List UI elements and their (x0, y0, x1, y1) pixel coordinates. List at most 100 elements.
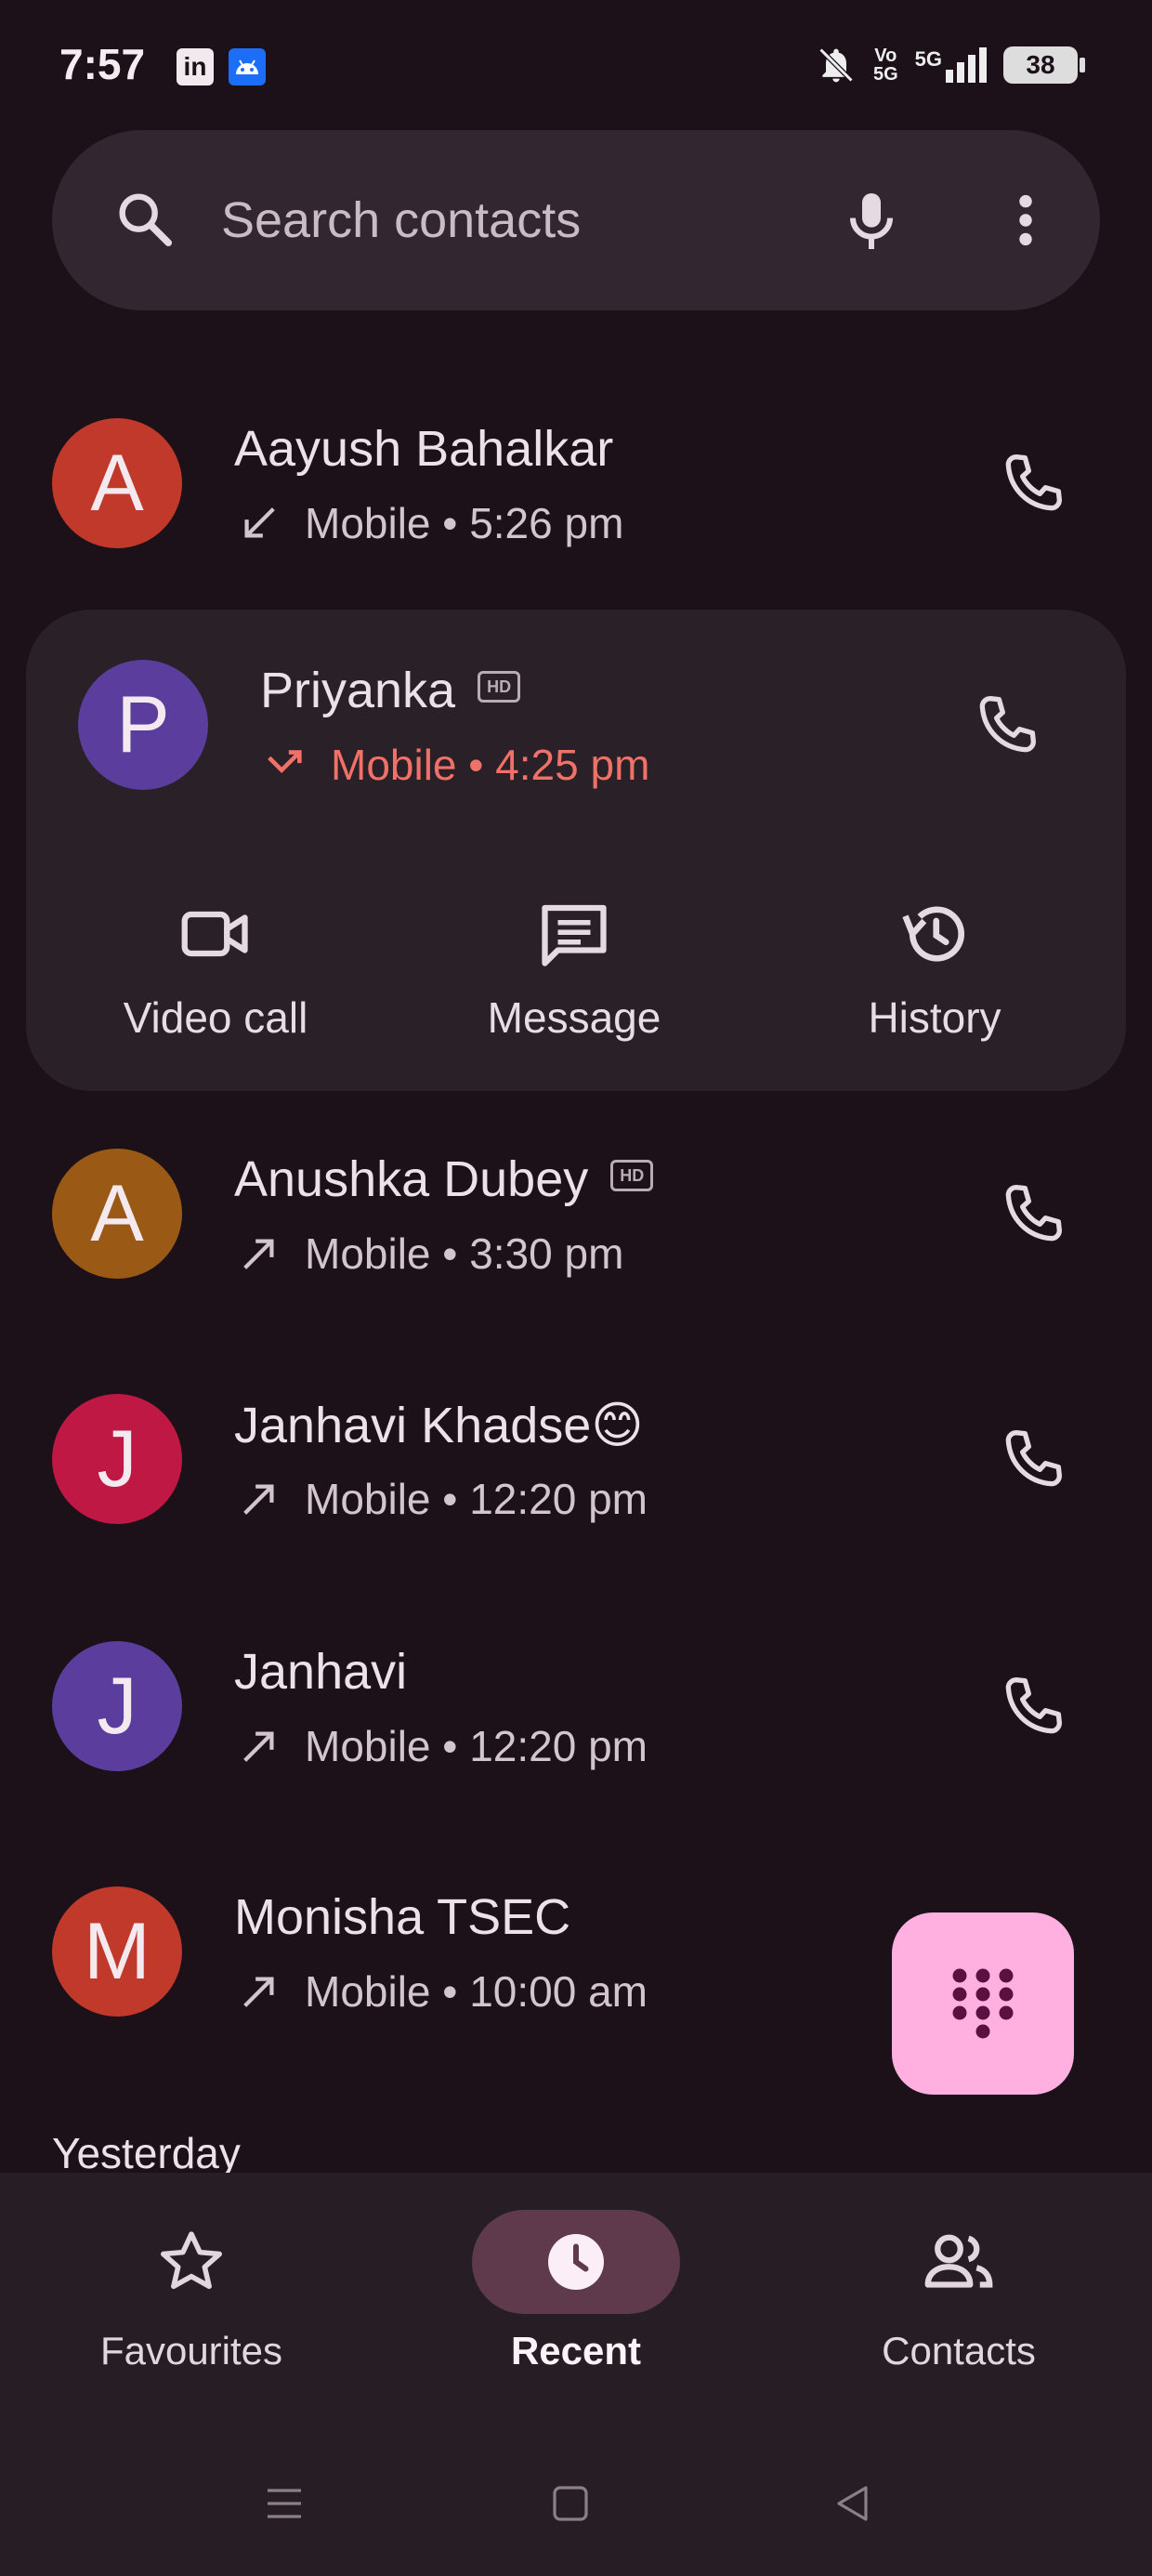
contact-name-text: Janhavi (234, 1644, 408, 1700)
mic-icon[interactable] (834, 184, 909, 258)
outgoing-call-icon (243, 1731, 274, 1762)
contact-name-text: Janhavi Khadse😊 (234, 1398, 644, 1453)
call-type: Mobile (305, 1229, 431, 1278)
history-icon (902, 906, 964, 962)
dialpad-icon (952, 1968, 1014, 2039)
call-time: 5:26 pm (469, 499, 624, 547)
separator-dot: • (442, 1967, 458, 2016)
more-options-icon[interactable] (998, 188, 1054, 253)
contact-name: Monisha TSEC (234, 1888, 570, 1946)
call-detail-text: Mobile • 4:25 pm (331, 740, 649, 790)
outgoing-call-icon (243, 1977, 274, 2007)
search-bar[interactable]: Search contacts (52, 130, 1100, 310)
call-log-row[interactable]: J Janhavi Khadse😊 Mobile • 12:20 pm (0, 1394, 1152, 1524)
call-button[interactable] (996, 1669, 1070, 1748)
nav-recent[interactable]: Recent (437, 2210, 715, 2373)
call-type: Mobile (331, 741, 457, 789)
call-log-row[interactable]: J Janhavi Mobile • 12:20 pm (0, 1641, 1152, 1771)
avatar[interactable]: A (52, 418, 182, 548)
avatar[interactable]: J (52, 1641, 182, 1771)
5g-signal-icon: 5G (915, 47, 987, 83)
avatar[interactable]: J (52, 1394, 182, 1524)
call-detail-text: Mobile • 12:20 pm (305, 1721, 648, 1771)
status-time: 7:57 (59, 40, 146, 88)
call-time: 4:25 pm (495, 741, 650, 789)
contact-name: Janhavi (234, 1643, 407, 1701)
call-button[interactable] (996, 1422, 1070, 1501)
linkedin-icon: in (177, 48, 214, 85)
phone-icon (979, 696, 1036, 753)
network-type-label: 5G (914, 47, 942, 71)
call-detail-text: Mobile • 3:30 pm (305, 1229, 623, 1279)
message-label: Message (487, 993, 661, 1042)
call-log-row[interactable]: A Aayush Bahalkar Mobile • 5:26 pm (0, 418, 1152, 548)
call-detail: Mobile • 3:30 pm (238, 1229, 623, 1279)
avatar[interactable]: M (52, 1886, 182, 2017)
nav-recent-label: Recent (510, 2329, 642, 2372)
hd-badge: HD (478, 670, 521, 703)
history-label: History (868, 993, 1001, 1042)
call-button[interactable] (996, 446, 1070, 525)
call-detail-text: Mobile • 5:26 pm (305, 498, 623, 548)
call-detail: Mobile • 4:25 pm (264, 740, 649, 790)
contact-name: Janhavi Khadse😊 (234, 1396, 644, 1454)
phone-icon (1005, 1430, 1062, 1487)
contact-name-text: Anushka Dubey (234, 1151, 589, 1207)
incoming-call-icon (244, 507, 275, 538)
battery-icon: 38 (1003, 46, 1085, 84)
message-icon (542, 904, 607, 966)
call-time: 12:20 pm (469, 1475, 648, 1523)
missed-call-icon (268, 750, 302, 774)
nav-favourites-label: Favourites (99, 2329, 283, 2372)
call-log-row[interactable]: P Priyanka HD Mobile • 4:25 pm (0, 660, 1152, 790)
call-detail: Mobile • 5:26 pm (238, 498, 623, 548)
call-button[interactable] (970, 688, 1044, 767)
search-icon[interactable] (111, 186, 177, 251)
search-input[interactable]: Search contacts (221, 191, 581, 249)
call-log-row[interactable]: A Anushka Dubey HD Mobile • 3:30 pm (0, 1149, 1152, 1279)
section-header-yesterday: Yesterday (52, 2129, 241, 2177)
call-time: 10:00 am (469, 1967, 648, 2016)
bell-off-icon (818, 47, 854, 83)
status-icons: Vo 5G 5G 38 (816, 45, 1085, 85)
vo5g-icon: Vo 5G (873, 46, 898, 84)
call-detail: Mobile • 12:20 pm (238, 1474, 648, 1524)
video-call-label: Video call (123, 993, 308, 1042)
video-camera-icon (181, 911, 248, 957)
avatar[interactable]: P (78, 660, 208, 790)
contact-name: Priyanka HD (260, 662, 521, 719)
call-type: Mobile (305, 1475, 431, 1523)
call-button[interactable] (996, 1176, 1070, 1255)
home-gesture-icon[interactable] (548, 2481, 593, 2526)
video-call-button[interactable]: Video call (95, 892, 336, 1043)
android-icon (229, 48, 266, 85)
contact-name-text: Monisha TSEC (234, 1889, 571, 1945)
call-type: Mobile (305, 1722, 431, 1770)
clock-icon (548, 2234, 604, 2290)
phone-icon (1005, 1677, 1062, 1734)
separator-dot: • (442, 1722, 458, 1770)
outgoing-call-icon (243, 1239, 274, 1269)
call-detail: Mobile • 10:00 am (238, 1966, 648, 2017)
back-gesture-icon[interactable] (831, 2481, 875, 2526)
call-detail-text: Mobile • 10:00 am (305, 1966, 648, 2017)
call-type: Mobile (305, 1967, 431, 2016)
nav-favourites[interactable]: Favourites (52, 2210, 331, 2373)
outgoing-call-icon (243, 1484, 274, 1515)
phone-icon (1005, 1185, 1062, 1242)
message-button[interactable]: Message (453, 892, 695, 1043)
separator-dot: • (442, 499, 458, 547)
nav-active-indicator (472, 2210, 680, 2314)
contact-name: Aayush Bahalkar (234, 420, 613, 478)
nav-contacts[interactable]: Contacts (819, 2210, 1098, 2373)
contact-name-text: Aayush Bahalkar (234, 421, 614, 477)
phone-icon (1005, 454, 1062, 511)
hd-badge: HD (610, 1159, 654, 1191)
star-icon (161, 2231, 222, 2290)
contacts-icon (924, 2234, 993, 2288)
recents-gesture-icon[interactable] (262, 2481, 307, 2526)
history-button[interactable]: History (814, 892, 1055, 1043)
dialpad-fab[interactable] (892, 1912, 1074, 2095)
contact-name-text: Priyanka (260, 663, 456, 718)
avatar[interactable]: A (52, 1149, 182, 1279)
